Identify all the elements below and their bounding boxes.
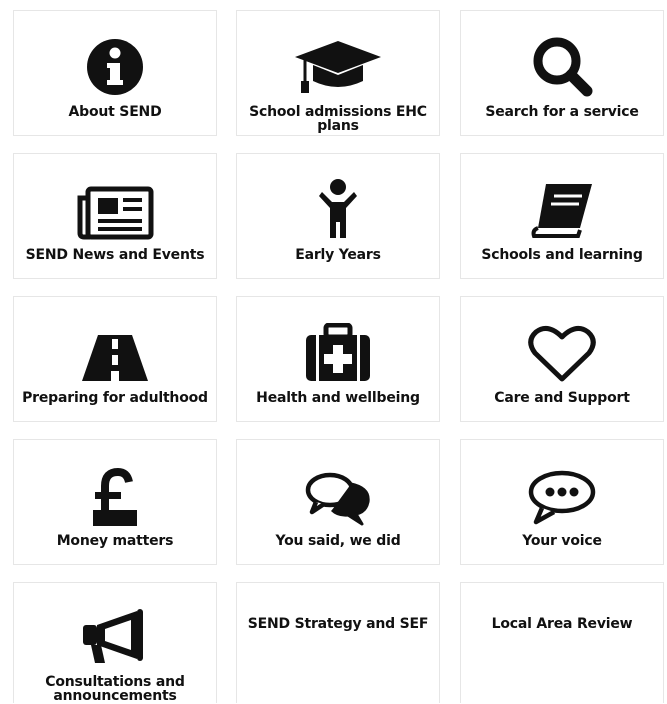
tile-local-area-review[interactable]: Local Area Review — [460, 582, 664, 703]
road-icon — [80, 313, 150, 383]
tile-label: Search for a service — [485, 104, 639, 120]
tile-label: About SEND — [68, 104, 162, 120]
tile-schools-and-learning[interactable]: Schools and learning — [460, 153, 664, 279]
megaphone-icon — [81, 599, 149, 667]
tile-label: You said, we did — [275, 533, 401, 549]
tile-label: SEND Strategy and SEF — [247, 616, 429, 632]
tile-your-voice[interactable]: Your voice — [460, 439, 664, 565]
tile-label: Health and wellbeing — [256, 390, 420, 406]
tile-care-and-support[interactable]: Care and Support — [460, 296, 664, 422]
tile-label: Consultations and announcements — [45, 674, 185, 704]
book-icon — [530, 170, 594, 240]
tile-label: Preparing for adulthood — [22, 390, 208, 406]
tile-label: Your voice — [522, 533, 602, 549]
tile-label: School admissions EHC plans — [249, 104, 427, 134]
comment-dots-icon — [528, 456, 596, 526]
tile-money-matters[interactable]: Money matters — [13, 439, 217, 565]
newspaper-icon — [76, 170, 154, 240]
info-icon — [85, 27, 145, 97]
speech-bubbles-icon — [304, 456, 372, 526]
heart-icon — [528, 313, 596, 383]
search-icon — [531, 27, 593, 97]
tile-label: Money matters — [56, 533, 174, 549]
tile-you-said-we-did[interactable]: You said, we did — [236, 439, 440, 565]
tile-label: Care and Support — [494, 390, 630, 406]
tile-send-strategy-and-sef[interactable]: SEND Strategy and SEF — [236, 582, 440, 703]
tile-label: Schools and learning — [481, 247, 643, 263]
graduation-cap-icon — [293, 27, 383, 97]
child-icon — [318, 170, 358, 240]
tile-school-admissions[interactable]: School admissions EHC plans — [236, 10, 440, 136]
tile-search-for-a-service[interactable]: Search for a service — [460, 10, 664, 136]
tile-early-years[interactable]: Early Years — [236, 153, 440, 279]
medkit-icon — [304, 313, 372, 383]
tile-label: SEND News and Events — [25, 247, 205, 263]
tile-label: Local Area Review — [491, 616, 633, 632]
tile-send-news-and-events[interactable]: SEND News and Events — [13, 153, 217, 279]
tile-consultations-and-announcements[interactable]: Consultations and announcements — [13, 582, 217, 703]
tile-label: Early Years — [295, 247, 381, 263]
tile-preparing-for-adulthood[interactable]: Preparing for adulthood — [13, 296, 217, 422]
pound-icon — [93, 456, 137, 526]
tile-health-and-wellbeing[interactable]: Health and wellbeing — [236, 296, 440, 422]
tile-about-send[interactable]: About SEND — [13, 10, 217, 136]
